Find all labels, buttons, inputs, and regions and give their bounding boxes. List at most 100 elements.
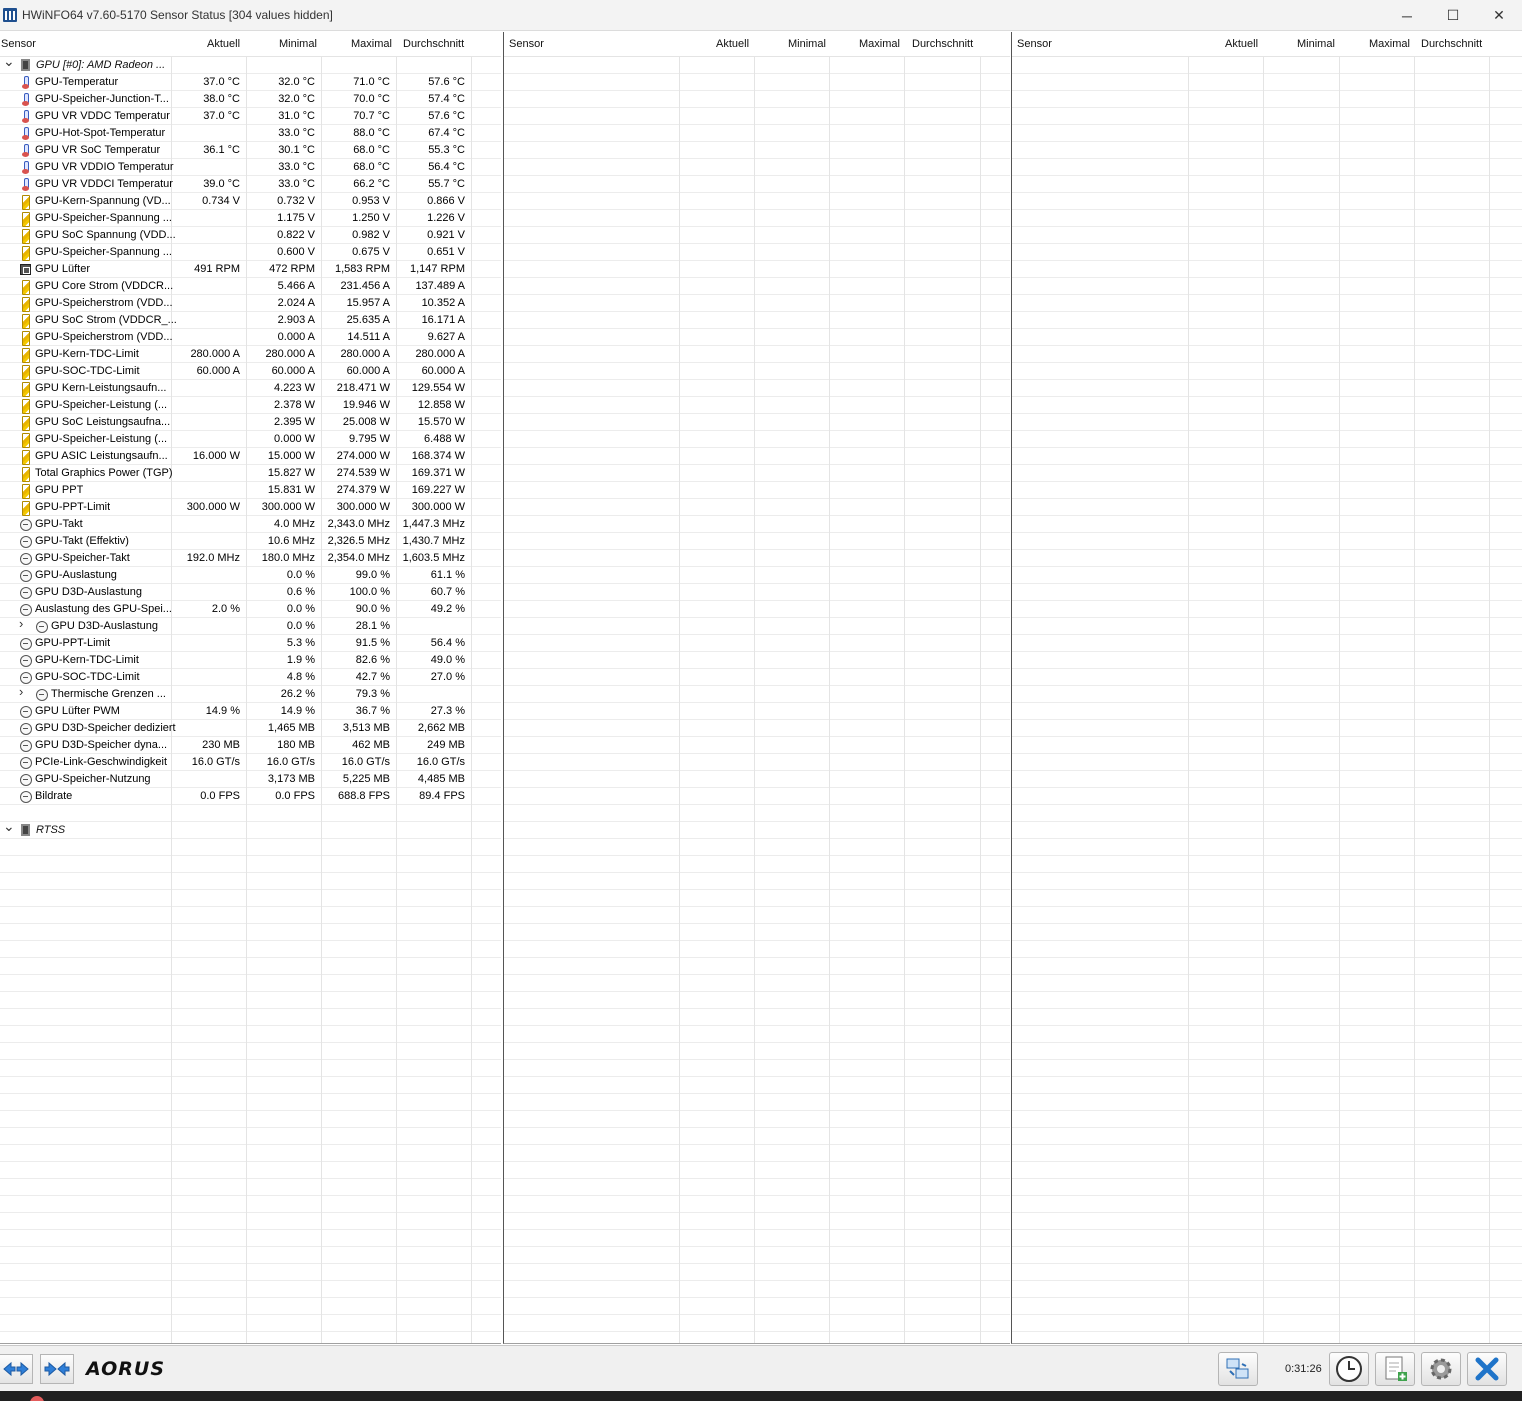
sensor-row[interactable]: GPU VR VDDC Temperatur 37.0 °C 31.0 °C 70.7… <box>0 108 501 125</box>
minimal-value: 14.9 % <box>280 705 315 717</box>
average-value: 300.000 W <box>411 501 465 513</box>
column-header-maximal[interactable]: Maximal <box>1369 38 1410 50</box>
sensor-row[interactable]: PCIe-Link-Geschwindigkeit 16.0 GT/s 16.0 G… <box>0 754 501 771</box>
sensor-row[interactable]: GPU-Hot-Spot-Temperatur 33.0 °C 88.0 °C 67.… <box>0 125 501 142</box>
sensor-row[interactable]: › Thermische Grenzen ... 26.2 % 79.3 % <box>0 685 501 703</box>
column-header-minimal[interactable]: Minimal <box>279 38 317 50</box>
sensor-row[interactable]: GPU-PPT-Limit 5.3 % 91.5 % 56.4 % <box>0 635 501 652</box>
column-header-current[interactable]: Aktuell <box>716 38 749 50</box>
sensor-row[interactable]: GPU-Kern-TDC-Limit 1.9 % 82.6 % 49.0 % <box>0 652 501 669</box>
rows-area <box>1012 57 1522 1343</box>
sensor-row[interactable]: GPU Core Strom (VDDCR... 5.466 A 231.456 A… <box>0 278 501 295</box>
minimal-value: 1,465 MB <box>267 722 315 734</box>
current-value: 16.0 GT/s <box>191 756 240 768</box>
sensor-row[interactable]: GPU-SOC-TDC-Limit 4.8 % 42.7 % 27.0 % <box>0 669 501 686</box>
clock-reset-icon[interactable] <box>1329 1352 1369 1386</box>
maximal-value: 9.795 W <box>349 433 390 445</box>
sensor-row[interactable]: GPU-Speicher-Spannung ... 0.600 V 0.675 V 0… <box>0 244 501 261</box>
sensor-row[interactable]: Bildrate 0.0 FPS 0.0 FPS 688.8 FPS 89.4 FPS <box>0 788 501 805</box>
sensor-row[interactable]: GPU-Takt (Effektiv) 10.6 MHz 2,326.5 MHz 1,… <box>0 533 501 550</box>
chevron-right-icon[interactable]: › <box>19 617 29 630</box>
sensor-row[interactable]: GPU-Speicher-Leistung (... 0.000 W 9.795 W… <box>0 431 501 448</box>
sensor-group-row[interactable]: ⌄ GPU [#0]: AMD Radeon ... <box>0 54 501 74</box>
average-value: 9.627 A <box>427 331 465 343</box>
average-value: 15.570 W <box>417 416 465 428</box>
column-header-sensor[interactable]: Sensor <box>509 38 544 50</box>
sensor-name: GPU Lüfter <box>35 263 91 275</box>
maximal-value: 2,354.0 MHz <box>327 552 390 564</box>
average-value: 89.4 FPS <box>419 790 465 802</box>
column-header-current[interactable]: Aktuell <box>207 38 240 50</box>
maximal-value: 0.953 V <box>352 195 390 207</box>
sensor-row[interactable]: Auslastung des GPU-Spei... 2.0 % 0.0 % 90.0… <box>0 601 501 618</box>
sensor-row[interactable]: GPU VR SoC Temperatur 36.1 °C 30.1 °C 68.0 … <box>0 142 501 159</box>
column-header-minimal[interactable]: Minimal <box>788 38 826 50</box>
sensor-row[interactable]: GPU VR VDDCI Temperatur 39.0 °C 33.0 °C 66.… <box>0 176 501 193</box>
sensor-row[interactable]: GPU Lüfter 491 RPM 472 RPM 1,583 RPM 1,147 R… <box>0 261 501 278</box>
sensor-row[interactable]: GPU SoC Spannung (VDD... 0.822 V 0.982 V 0.… <box>0 227 501 244</box>
sensor-row[interactable]: GPU-Speicherstrom (VDD... 0.000 A 14.511 A… <box>0 329 501 346</box>
sensor-row[interactable]: Total Graphics Power (TGP) 15.827 W 274.53… <box>0 465 501 482</box>
minimal-value: 0.0 % <box>286 620 315 632</box>
chevron-down-icon[interactable]: ⌄ <box>3 819 15 833</box>
sensor-row[interactable]: GPU SoC Leistungsaufna... 2.395 W 25.008 W… <box>0 414 501 431</box>
prev-sensor-icon[interactable] <box>0 1354 33 1384</box>
column-header-current[interactable]: Aktuell <box>1225 38 1258 50</box>
maximal-value: 36.7 % <box>355 705 390 717</box>
sensor-row[interactable]: GPU-Kern-TDC-Limit 280.000 A 280.000 A 280.… <box>0 346 501 363</box>
sensor-row[interactable]: GPU-Temperatur 37.0 °C 32.0 °C 71.0 °C 57.6 … <box>0 74 501 91</box>
sensor-row[interactable]: GPU-Speicher-Nutzung 3,173 MB 5,225 MB 4,48… <box>0 771 501 788</box>
average-value: 1,430.7 MHz <box>402 535 465 547</box>
os-taskbar <box>0 1391 1522 1401</box>
sensor-panel-2[interactable]: Sensor Aktuell Minimal Maximal Durchschn… <box>503 32 1010 1344</box>
clock-icon <box>20 739 32 752</box>
sensor-panel-3[interactable]: Sensor Aktuell Minimal Maximal Durchschn… <box>1011 32 1522 1344</box>
settings-icon[interactable] <box>1421 1352 1461 1386</box>
sensor-row[interactable]: GPU VR VDDIO Temperatur 33.0 °C 68.0 °C 56.… <box>0 159 501 176</box>
sensor-row[interactable]: GPU-SOC-TDC-Limit 60.000 A 60.000 A 60.000 … <box>0 363 501 380</box>
sensor-row[interactable]: GPU D3D-Auslastung 0.6 % 100.0 % 60.7 % <box>0 584 501 601</box>
column-header-minimal[interactable]: Minimal <box>1297 38 1335 50</box>
column-header-average[interactable]: Durchschnitt <box>403 38 464 50</box>
sensor-row[interactable]: GPU D3D-Speicher dediziert 1,465 MB 3,513 … <box>0 720 501 737</box>
column-header-sensor[interactable]: Sensor <box>1 38 36 50</box>
sensor-row[interactable]: GPU-Speicherstrom (VDD... 2.024 A 15.957 A… <box>0 295 501 312</box>
sensor-row[interactable]: GPU ASIC Leistungsaufn... 16.000 W 15.000 … <box>0 448 501 465</box>
column-header-maximal[interactable]: Maximal <box>351 38 392 50</box>
collapse-icon[interactable] <box>40 1354 74 1384</box>
minimal-value: 15.831 W <box>267 484 315 496</box>
column-header-maximal[interactable]: Maximal <box>859 38 900 50</box>
close-x-icon[interactable] <box>1467 1352 1507 1386</box>
sensor-row[interactable]: GPU PPT 15.831 W 274.379 W 169.227 W <box>0 482 501 499</box>
maximize-button[interactable]: ☐ <box>1430 0 1476 31</box>
sensor-row[interactable]: GPU SoC Strom (VDDCR_... 2.903 A 25.635 A 1… <box>0 312 501 329</box>
chevron-down-icon[interactable]: ⌄ <box>3 54 15 68</box>
network-icon[interactable] <box>1218 1352 1258 1386</box>
sensor-row[interactable]: GPU Lüfter PWM 14.9 % 14.9 % 36.7 % 27.3 % <box>0 703 501 720</box>
sensor-row[interactable]: GPU-Speicher-Takt 192.0 MHz 180.0 MHz 2,354… <box>0 550 501 567</box>
sensor-row[interactable]: GPU-Speicher-Spannung ... 1.175 V 1.250 V 1… <box>0 210 501 227</box>
maximal-value: 60.000 A <box>346 365 390 377</box>
bottom-toolbar: AORUS 0:31:26 <box>0 1345 1522 1391</box>
sensor-row[interactable]: GPU Kern-Leistungsaufn... 4.223 W 218.471 … <box>0 380 501 397</box>
sensor-name: GPU-Temperatur <box>35 76 119 88</box>
sensor-row[interactable]: GPU D3D-Speicher dyna... 230 MB 180 MB 462 … <box>0 737 501 754</box>
column-header-average[interactable]: Durchschnitt <box>912 38 973 50</box>
sensor-row[interactable]: GPU-Kern-Spannung (VD... 0.734 V 0.732 V 0.… <box>0 193 501 210</box>
sensor-row[interactable]: GPU-Speicher-Leistung (... 2.378 W 19.946 … <box>0 397 501 414</box>
close-button[interactable]: ✕ <box>1476 0 1522 31</box>
sensor-row[interactable]: GPU-PPT-Limit 300.000 W 300.000 W 300.000 W… <box>0 499 501 516</box>
sensor-panel-1[interactable]: Sensor Aktuell Minimal Maximal Durchschn… <box>0 32 501 1344</box>
column-header-average[interactable]: Durchschnitt <box>1421 38 1482 50</box>
sensor-row[interactable]: GPU-Takt 4.0 MHz 2,343.0 MHz 1,447.3 MHz <box>0 516 501 533</box>
chevron-right-icon[interactable]: › <box>19 685 29 698</box>
bolt-icon <box>20 314 31 329</box>
column-header-sensor[interactable]: Sensor <box>1017 38 1052 50</box>
minimize-button[interactable]: ─ <box>1384 0 1430 31</box>
sensor-group-row[interactable]: ⌄ RTSS <box>0 819 501 839</box>
sensor-row[interactable]: › GPU D3D-Auslastung 0.0 % 28.1 % <box>0 617 501 635</box>
sensor-name: GPU-Takt (Effektiv) <box>35 535 129 547</box>
sensor-row[interactable]: GPU-Auslastung 0.0 % 99.0 % 61.1 % <box>0 567 501 584</box>
sensor-row[interactable]: GPU-Speicher-Junction-T... 38.0 °C 32.0 °C… <box>0 91 501 108</box>
log-add-icon[interactable] <box>1375 1352 1415 1386</box>
